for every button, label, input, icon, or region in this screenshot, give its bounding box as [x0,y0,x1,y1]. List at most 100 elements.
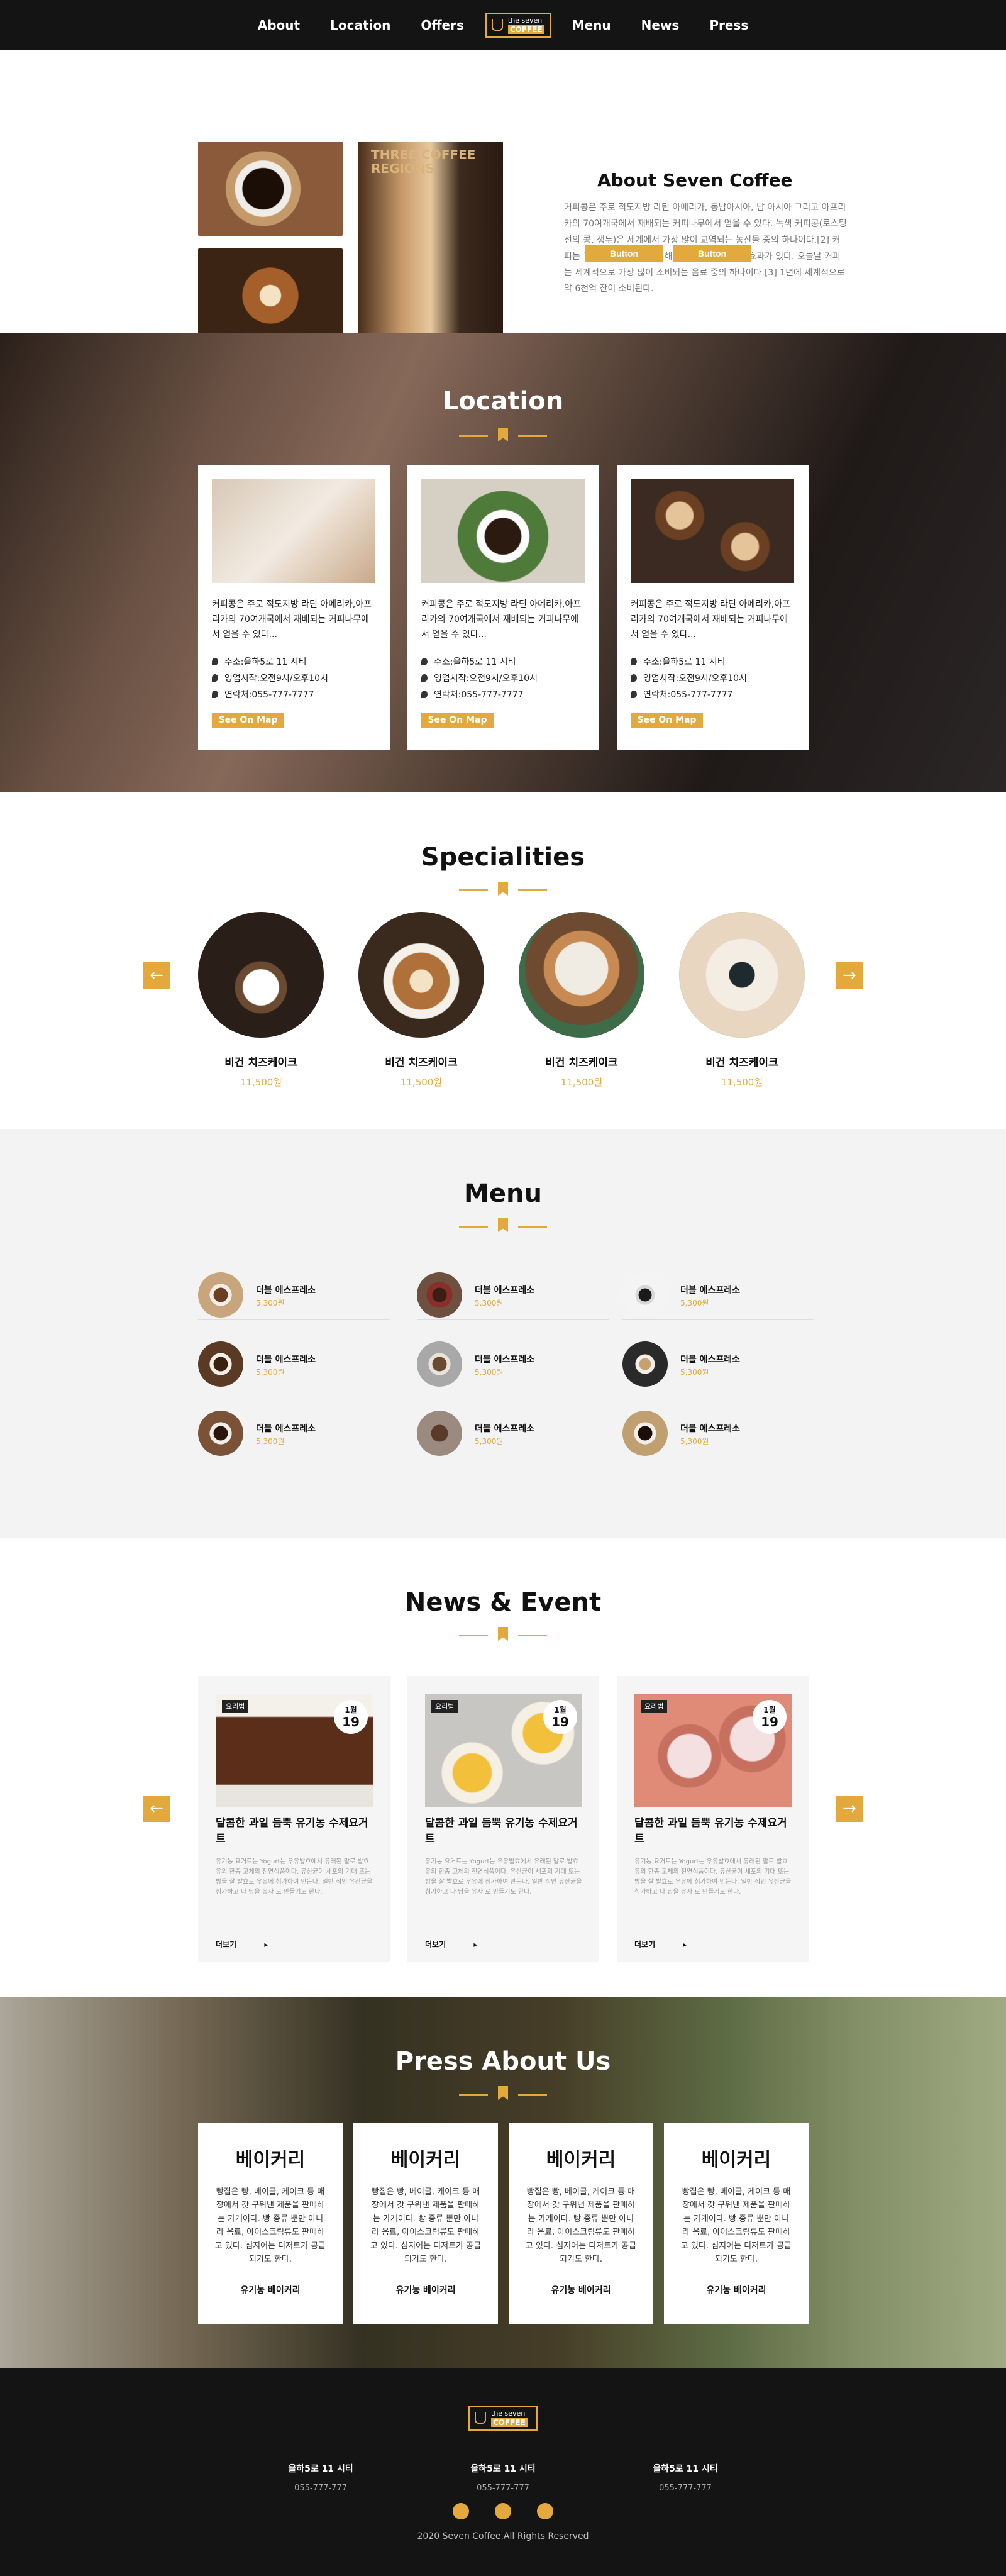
location-photo [212,479,375,583]
menu-item[interactable]: 더블 에스프레소 5,300원 [622,1336,814,1389]
menu-item-price: 5,300원 [475,1299,504,1307]
news-title-text: 달콤한 과일 듬뿍 유기농 수제요거트 [634,1817,787,1845]
menu-item-name: 더블 에스프레소 [475,1285,535,1296]
section-divider [459,1217,547,1236]
location-phone: 연락처:055-777-7777 [631,688,795,701]
address-text: 주소:을하5로 11 시티 [224,657,307,667]
footer-column: 을하5로 11 시티 055-777-777 [610,2462,761,2493]
top-nav: About Location Offers the seven COFFEE M… [0,0,1006,50]
location-desc: 커피콩은 주로 적도지방 라틴 아메리카,아프리카의 70여개국에서 재배되는 … [631,599,791,640]
clock-icon [421,674,428,682]
location-address: 주소:을하5로 11 시티 [212,655,377,668]
menu-item[interactable]: 더블 에스프레소 5,300원 [417,1336,609,1389]
menu-item[interactable]: 더블 에스프레소 5,300원 [417,1267,609,1320]
press-heading: 베이커리 [235,2149,306,2171]
menu-item[interactable]: 더블 에스프레소 5,300원 [198,1336,390,1389]
menu-item-photo [622,1272,668,1318]
see-on-map-button[interactable]: See On Map [421,713,494,728]
menu-item[interactable]: 더블 에스프레소 5,300원 [622,1406,814,1458]
news-card[interactable]: 요리법 1월 19 달콤한 과일 듬뿍 유기농 수제요거트 유기농 요거트는 Yo… [198,1676,390,1962]
specialities-prev-arrow[interactable]: ← [143,962,170,989]
press-card: 베이커리 빵집은 빵, 베이글, 케이크 등 매장에서 갓 구워낸 제품을 판매… [509,2123,653,2324]
press-source: 유기농 베이커리 [240,2285,301,2296]
speciality-photo [679,912,805,1038]
press-text: 빵집은 빵, 베이글, 케이크 등 매장에서 갓 구워낸 제품을 판매하는 가게… [525,2187,637,2265]
menu-item[interactable]: 더블 에스프레소 5,300원 [417,1406,609,1458]
menu-item-name: 더블 에스프레소 [256,1285,316,1296]
menu-item-name: 더블 에스프레소 [256,1424,316,1434]
coffee-cup-icon [475,2412,486,2424]
location-hours: 영업시작:오전9시/오후10시 [212,672,377,684]
nav-news[interactable]: News [626,18,695,33]
see-on-map-button[interactable]: See On Map [212,713,284,728]
facebook-icon[interactable] [453,2503,469,2519]
nav-press[interactable]: Press [694,18,763,33]
nav-offers[interactable]: Offers [406,18,479,33]
brand-logo[interactable]: the seven COFFEE [485,13,551,38]
menu-item-photo [417,1341,462,1387]
about-button-1[interactable]: Button [585,245,663,262]
phone-icon [212,691,218,698]
news-summary: 유기농 요거트는 Yogurt는 우유발효에서 유래된 말로 발효유의 한종 고… [634,1858,792,1896]
news-date-badge: 1월 19 [543,1700,577,1734]
menu-item-price: 5,300원 [475,1437,504,1446]
nav-location[interactable]: Location [315,18,406,33]
footer-column: 을하5로 11 시티 055-777-777 [428,2462,578,2493]
speciality-photo [358,912,484,1038]
menu-item-photo [417,1272,462,1318]
twitter-icon[interactable] [537,2503,553,2519]
menu-item-photo [417,1411,462,1456]
specialities-next-arrow[interactable]: → [836,962,863,989]
menu-item-photo [622,1411,668,1456]
menu-item[interactable]: 더블 에스프레소 5,300원 [622,1267,814,1320]
read-more-link[interactable]: 더보기 ▸ [425,1939,477,1950]
nav-menu[interactable]: Menu [557,18,626,33]
menu-section: Menu 더블 에스프레소 5,300원 더블 에스프레소 5,300원 더블 … [0,1129,1006,1538]
speciality-name: 비건 치즈케이크 [545,1057,618,1069]
location-title: Location [442,387,564,416]
menu-item[interactable]: 더블 에스프레소 5,300원 [198,1406,390,1458]
about-button-2[interactable]: Button [673,245,751,262]
clock-icon [212,674,218,682]
page: { "nav": { "items": ["About", "Location"… [0,0,1006,2576]
news-tag: 요리법 [641,1700,668,1713]
speciality-price: 11,500원 [560,1077,603,1088]
menu-item-price: 5,300원 [680,1299,709,1307]
see-on-map-button[interactable]: See On Map [631,713,703,728]
location-card: 커피콩은 주로 적도지방 라틴 아메리카,아프리카의 70여개국에서 재배되는 … [407,465,599,750]
coffee-cup-icon [491,19,503,31]
news-card[interactable]: 요리법 1월 19 달콤한 과일 듬뿍 유기농 수제요거트 유기농 요거트는 Yo… [617,1676,809,1962]
instagram-icon[interactable] [495,2503,511,2519]
location-desc: 커피콩은 주로 적도지방 라틴 아메리카,아프리카의 70여개국에서 재배되는 … [421,599,582,640]
bookmark-icon [498,1218,508,1232]
press-title: Press About Us [395,2047,611,2076]
news-title-text: 달콤한 과일 듬뿍 유기농 수제요거트 [216,1817,368,1845]
menu-item[interactable]: 더블 에스프레소 5,300원 [198,1267,390,1320]
hours-text: 영업시작:오전9시/오후10시 [224,674,328,684]
read-more-link[interactable]: 더보기 ▸ [634,1939,687,1950]
location-photo [631,479,794,583]
press-card: 베이커리 빵집은 빵, 베이글, 케이크 등 매장에서 갓 구워낸 제품을 판매… [198,2123,343,2324]
read-more-link[interactable]: 더보기 ▸ [216,1939,268,1950]
section-divider [459,880,547,899]
menu-item-name: 더블 에스프레소 [475,1355,535,1365]
footer-address: 을하5로 11 시티 [653,2464,718,2474]
about-section: THREE COFFEE REGIONS About Seven Coffee … [0,50,1006,343]
news-title: News & Event [404,1588,602,1617]
news-prev-arrow[interactable]: ← [143,1796,170,1822]
press-card: 베이커리 빵집은 빵, 베이글, 케이크 등 매장에서 갓 구워낸 제품을 판매… [353,2123,498,2324]
news-section: News & Event ← → 요리법 1월 19 달콤한 과일 듬뿍 유기농 … [0,1538,1006,1997]
footer-logo[interactable]: the seven COFFEE [468,2406,538,2431]
hours-text: 영업시작:오전9시/오후10시 [434,674,538,684]
location-card: 커피콩은 주로 적도지방 라틴 아메리카,아프리카의 70여개국에서 재배되는 … [617,465,809,750]
news-next-arrow[interactable]: → [836,1796,863,1822]
news-month: 1월 [554,1706,567,1714]
press-heading: 베이커리 [701,2149,771,2171]
section-divider [459,2085,547,2104]
location-section: Location 커피콩은 주로 적도지방 라틴 아메리카,아프리카의 70여개… [0,333,1006,792]
speciality-price: 11,500원 [240,1077,282,1088]
menu-item-photo [622,1341,668,1387]
news-card[interactable]: 요리법 1월 19 달콤한 과일 듬뿍 유기농 수제요거트 유기농 요거트는 Yo… [407,1676,599,1962]
speciality-name: 비건 치즈케이크 [224,1057,297,1069]
nav-about[interactable]: About [243,18,315,33]
